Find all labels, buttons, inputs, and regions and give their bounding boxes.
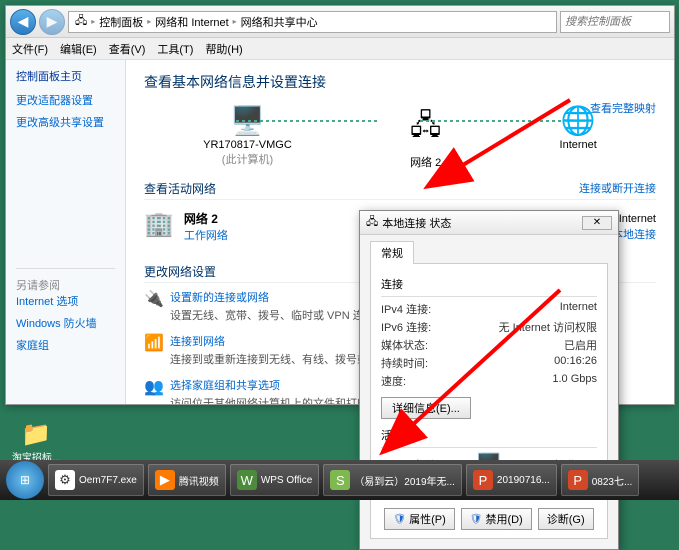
sidebar-home[interactable]: 控制面板主页 (16, 68, 115, 84)
menu-edit[interactable]: 编辑(E) (60, 41, 97, 57)
new-connection-icon: 🔌 (144, 289, 162, 323)
access-value: Internet (619, 213, 656, 225)
group-activity: 活动 (381, 427, 597, 443)
start-button[interactable]: ⊞ (6, 461, 44, 499)
menu-file[interactable]: 文件(F) (12, 41, 48, 57)
sidebar-adapter[interactable]: 更改适配器设置 (16, 92, 115, 108)
duration-value: 00:16:26 (554, 355, 597, 371)
dialog-title: 本地连接 状态 (382, 215, 451, 231)
details-button[interactable]: 详细信息(E)... (381, 397, 471, 419)
ipv4-value: Internet (560, 301, 597, 317)
connect-disconnect-link[interactable]: 连接或断开连接 (579, 180, 656, 196)
node-internet: 🌐Internet (560, 104, 597, 170)
back-button[interactable]: ◀ (10, 9, 36, 35)
address-bar: ◀ ▶ 🖧▸ 控制面板▸ 网络和 Internet▸ 网络和共享中心 (6, 6, 674, 38)
tab-general[interactable]: 常规 (370, 241, 414, 264)
breadcrumb[interactable]: 🖧▸ 控制面板▸ 网络和 Internet▸ 网络和共享中心 (68, 11, 557, 33)
taskbar: ⊞ ⚙Oem7F7.exe ▶腾讯视频 WWPS Office S（易到云）20… (0, 460, 679, 500)
menu-bar: 文件(F) 编辑(E) 查看(V) 工具(T) 帮助(H) (6, 38, 674, 60)
desktop-icon[interactable]: 📁淘宝招标... (8, 420, 64, 464)
connect-network-icon: 📶 (144, 333, 162, 367)
breadcrumb-item[interactable]: 网络和 Internet (155, 14, 228, 30)
homegroup-icon: 👥 (144, 377, 162, 404)
sidebar-firewall[interactable]: Windows 防火墙 (16, 315, 115, 331)
network-icon: 🏢 (144, 210, 174, 245)
disable-button[interactable]: 🛡禁用(D) (461, 508, 532, 530)
dialog-titlebar[interactable]: 🖧 本地连接 状态 ✕ (360, 211, 618, 235)
search-input[interactable] (560, 11, 670, 33)
breadcrumb-item[interactable]: 网络和共享中心 (241, 14, 318, 30)
shield-icon: 🛡 (393, 514, 406, 525)
sidebar-advanced[interactable]: 更改高级共享设置 (16, 114, 115, 130)
close-button[interactable]: ✕ (582, 216, 612, 230)
node-network: 🖧网络 2 (410, 104, 441, 170)
shield-icon: 🛡 (470, 514, 483, 525)
sidebar-homegroup[interactable]: 家庭组 (16, 337, 115, 353)
media-value: 已启用 (564, 337, 597, 353)
properties-button[interactable]: 🛡属性(P) (384, 508, 454, 530)
ipv6-value: 无 Internet 访问权限 (499, 319, 597, 335)
active-networks-title: 查看活动网络 连接或断开连接 (144, 180, 656, 200)
menu-help[interactable]: 帮助(H) (205, 41, 242, 57)
diagnose-button[interactable]: 诊断(G) (538, 508, 594, 530)
forward-button[interactable]: ▶ (39, 9, 65, 35)
speed-value: 1.0 Gbps (552, 373, 597, 389)
task-item[interactable]: WWPS Office (230, 464, 320, 496)
task-item[interactable]: S（易到云）2019年无... (323, 464, 462, 496)
task-item[interactable]: P20190716... (466, 464, 557, 496)
task-item[interactable]: ⚙Oem7F7.exe (48, 464, 144, 496)
group-connection: 连接 (381, 276, 597, 292)
connection-icon: 🖧 (366, 213, 378, 232)
menu-view[interactable]: 查看(V) (109, 41, 146, 57)
node-this-pc: 🖥️YR170817-VMGC(此计算机) (203, 104, 292, 170)
menu-tools[interactable]: 工具(T) (157, 41, 193, 57)
breadcrumb-item[interactable]: 控制面板 (99, 14, 143, 30)
page-heading: 查看基本网络信息并设置连接 (144, 72, 656, 92)
sidebar-seealso: 另请参阅 (16, 277, 115, 293)
sidebar: 控制面板主页 更改适配器设置 更改高级共享设置 另请参阅 Internet 选项… (6, 60, 126, 404)
sidebar-inetopt[interactable]: Internet 选项 (16, 293, 115, 309)
task-item[interactable]: ▶腾讯视频 (148, 464, 226, 496)
task-item[interactable]: P0823七... (561, 464, 640, 496)
